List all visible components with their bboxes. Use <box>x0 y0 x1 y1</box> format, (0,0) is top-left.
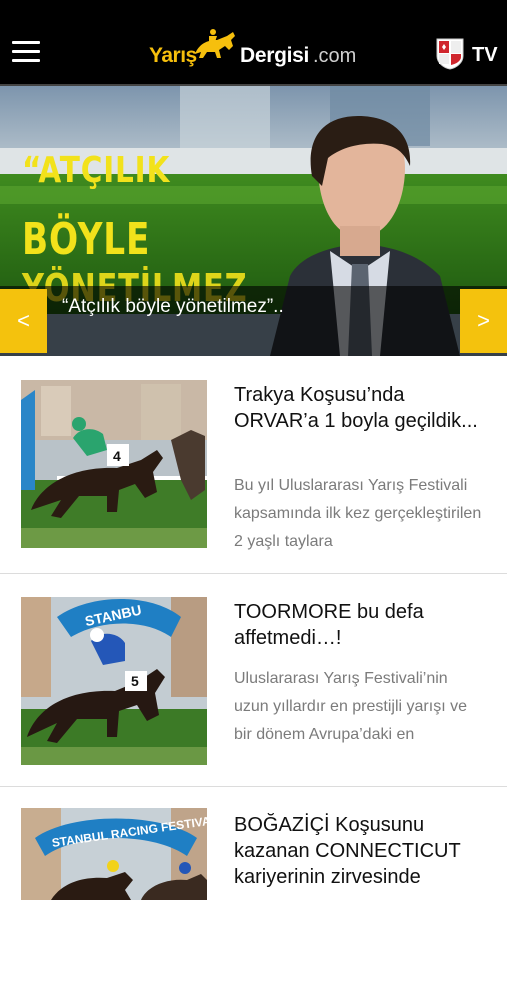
tv-label: TV <box>472 44 498 66</box>
divider <box>0 573 507 574</box>
article-title[interactable]: TOORMORE bu defa affetmedi…! <box>234 599 484 651</box>
jockey-club-shield-icon <box>436 38 464 70</box>
article-item[interactable]: STANBU 5 TOORMORE bu defa affetmedi…! Ul… <box>0 575 507 787</box>
logo-part-yaris: Yarış <box>149 44 197 67</box>
hero-caption[interactable]: “Atçılık böyle yönetilmez”.. <box>62 296 284 318</box>
article-title[interactable]: Trakya Koşusu’nda ORVAR’a 1 boyla geçild… <box>234 382 484 434</box>
hero-slogan-line-1: “ATÇILIK <box>22 150 171 191</box>
horse-race-photo: STANBU 5 <box>21 597 207 765</box>
logo-part-dergisi: Dergisi <box>240 44 310 67</box>
article-item[interactable]: STANBUL RACING FESTIVAL BOĞAZİÇİ Koşusun… <box>0 788 507 1000</box>
horse-race-photo: STANBUL RACING FESTIVAL <box>21 808 207 900</box>
saddle-number: 5 <box>131 673 139 689</box>
article-thumbnail[interactable]: 4 <box>21 380 207 548</box>
article-thumbnail[interactable]: STANBUL RACING FESTIVAL <box>21 808 207 900</box>
saddle-number: 4 <box>113 448 121 464</box>
slider-prev-button[interactable]: < <box>0 289 47 353</box>
menu-icon[interactable] <box>12 41 40 63</box>
site-logo[interactable]: Yarış Dergisi .com <box>149 28 364 74</box>
article-title[interactable]: BOĞAZİÇİ Koşusunu kazanan CONNECTICUT ka… <box>234 812 484 890</box>
hero-slogan-line-2: BÖYLE <box>22 214 151 265</box>
jockey-logo-icon <box>195 29 235 58</box>
article-item[interactable]: 4 Trakya Koşusu’nda ORVAR’a 1 boyla geçi… <box>0 358 507 570</box>
logo-part-com: .com <box>313 45 357 67</box>
divider <box>0 786 507 787</box>
slider-next-button[interactable]: > <box>460 289 507 353</box>
article-description: Uluslararası Yarış Festivali’nin uzun yı… <box>234 670 467 743</box>
hero-slider[interactable]: “ATÇILIK BÖYLE YÖNETİLMEZ “Atçılık böyle… <box>0 86 507 356</box>
tv-button[interactable]: TV <box>436 38 498 70</box>
article-thumbnail[interactable]: STANBU 5 <box>21 597 207 765</box>
app-header: Yarış Dergisi .com TV <box>0 0 507 86</box>
horse-race-photo: 4 <box>21 380 207 548</box>
article-description: Bu yıl Uluslararası Yarış Festivali kaps… <box>234 477 482 550</box>
